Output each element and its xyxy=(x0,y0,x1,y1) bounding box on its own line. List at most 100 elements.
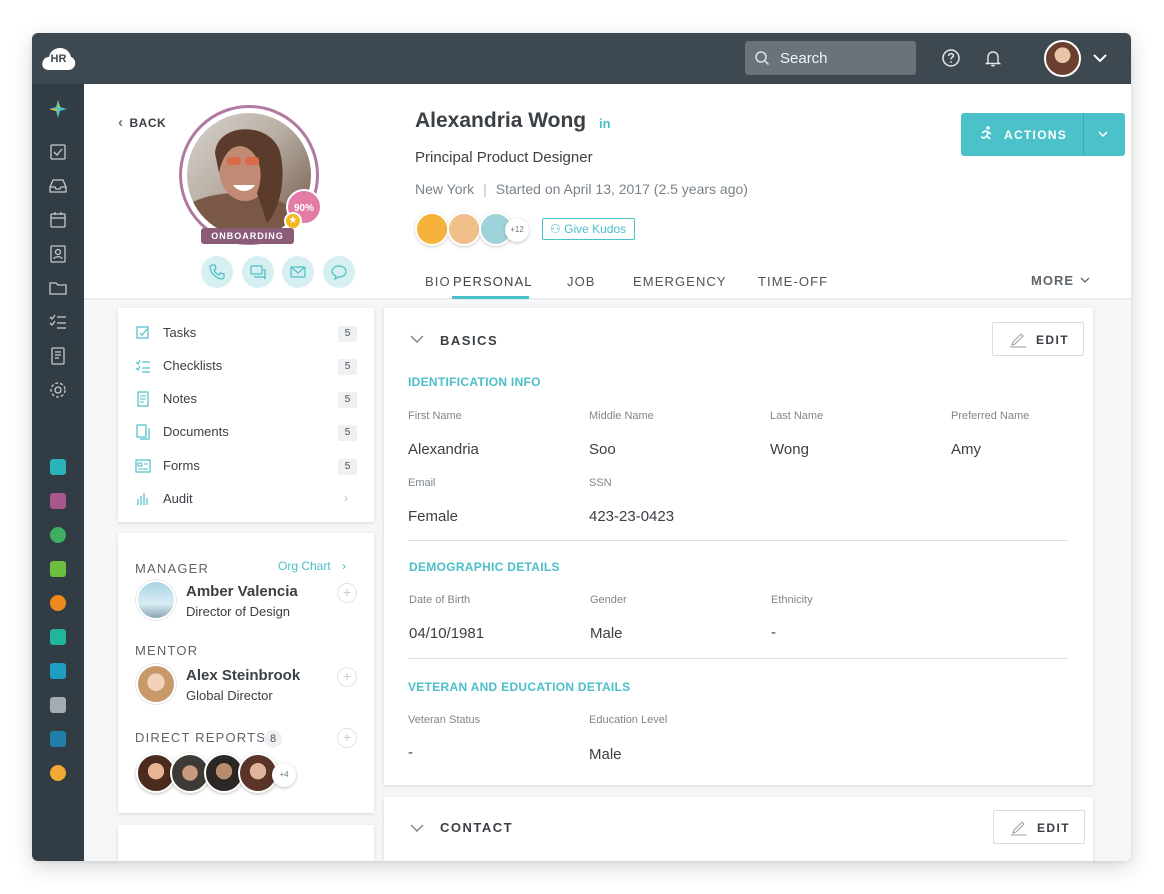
pencil-icon xyxy=(1011,821,1027,836)
folder-icon[interactable] xyxy=(48,278,68,298)
report-icon[interactable] xyxy=(48,346,68,366)
app-travel-icon[interactable] xyxy=(50,561,66,577)
app-award-icon[interactable] xyxy=(50,527,66,543)
app-presentation-icon[interactable] xyxy=(50,629,66,645)
chevron-down-icon[interactable] xyxy=(1097,128,1109,140)
preferred-name-label: Preferred Name xyxy=(951,410,1030,422)
ssn-label: SSN xyxy=(589,477,612,489)
side-menu-card: Tasks 5 Checklists 5 Notes 5 Documents 5… xyxy=(118,308,374,522)
first-name-value: Alexandria xyxy=(408,441,479,458)
profile-tabs: BIO PERSONAL JOB EMERGENCY TIME-OFF MORE xyxy=(84,268,1131,300)
app-search-doc-icon[interactable] xyxy=(50,663,66,679)
hr-logo[interactable]: HR xyxy=(41,46,76,72)
chevron-down-icon[interactable] xyxy=(1093,52,1107,64)
veteran-status-label: Veteran Status xyxy=(408,714,481,726)
app-badge-icon[interactable] xyxy=(50,493,66,509)
menu-item-tasks[interactable]: Tasks 5 xyxy=(118,317,374,350)
ethnicity-label: Ethnicity xyxy=(771,594,813,606)
checklist-icon xyxy=(135,359,150,373)
menu-count: 5 xyxy=(338,392,357,408)
chevron-down-icon[interactable] xyxy=(409,333,425,345)
kudos-more-count[interactable]: +12 xyxy=(505,218,529,242)
search-placeholder: Search xyxy=(780,50,828,67)
email-value: Female xyxy=(408,508,459,525)
add-manager-button[interactable]: + xyxy=(337,583,357,603)
more-tabs-button[interactable]: MORE xyxy=(1031,273,1091,288)
kudos-avatar[interactable] xyxy=(415,212,449,246)
app-health-icon[interactable] xyxy=(50,595,66,611)
actions-label: ACTIONS xyxy=(1004,128,1068,142)
mentor-name[interactable]: Alex Steinbrook xyxy=(186,667,300,684)
contact-title: CONTACT xyxy=(440,820,514,835)
people-directory-icon[interactable] xyxy=(48,244,68,264)
tasks-icon[interactable] xyxy=(48,142,68,162)
form-icon xyxy=(135,459,151,473)
back-link[interactable]: ‹ BACK xyxy=(118,114,166,131)
menu-count: 5 xyxy=(338,359,357,375)
mentor-avatar[interactable] xyxy=(136,664,176,704)
inbox-icon[interactable] xyxy=(48,176,68,196)
first-name-label: First Name xyxy=(408,410,462,422)
menu-item-documents[interactable]: Documents 5 xyxy=(118,416,374,449)
middle-name-label: Middle Name xyxy=(589,410,654,422)
identification-heading: IDENTIFICATION INFO xyxy=(408,375,541,389)
dob-label: Date of Birth xyxy=(409,594,471,606)
checklist-icon[interactable] xyxy=(48,312,68,332)
chevron-down-icon xyxy=(1080,277,1090,283)
people-card: MANAGER Org Chart › Amber Valencia Direc… xyxy=(118,533,374,813)
status-badge: ONBOARDING xyxy=(201,228,294,244)
edit-contact-button[interactable]: EDIT xyxy=(993,810,1085,844)
employee-location: New York xyxy=(415,181,475,197)
app-team-icon[interactable] xyxy=(50,459,66,475)
app-emoji-icon[interactable] xyxy=(50,765,66,781)
direct-reports-more[interactable]: +4 xyxy=(272,763,296,787)
employee-name: Alexandria Wong xyxy=(415,109,587,132)
actions-divider xyxy=(1083,113,1084,156)
left-rail xyxy=(32,84,84,861)
add-direct-report-button[interactable]: + xyxy=(337,728,357,748)
user-avatar[interactable] xyxy=(1044,40,1081,77)
chevron-right-icon: › xyxy=(344,491,348,505)
audit-icon xyxy=(137,493,148,505)
help-icon[interactable] xyxy=(941,48,961,68)
give-kudos-button[interactable]: ⚇ Give Kudos xyxy=(542,218,635,240)
tab-bio[interactable]: BIO xyxy=(425,274,451,289)
documents-icon xyxy=(136,424,150,440)
settings-gear-icon[interactable] xyxy=(48,380,68,400)
chevron-right-icon: › xyxy=(342,559,347,573)
menu-item-forms[interactable]: Forms 5 xyxy=(118,450,374,483)
bell-icon[interactable] xyxy=(983,48,1003,68)
pencil-icon xyxy=(1010,333,1026,348)
add-mentor-button[interactable]: + xyxy=(337,667,357,687)
last-name-value: Wong xyxy=(770,441,809,458)
tab-job[interactable]: JOB xyxy=(567,274,596,289)
search-input[interactable]: Search xyxy=(745,41,916,75)
tab-emergency[interactable]: EMERGENCY xyxy=(633,274,727,289)
calendar-icon[interactable] xyxy=(48,210,68,230)
kudos-avatar[interactable] xyxy=(447,212,481,246)
manager-label: MANAGER xyxy=(135,561,210,576)
kudos-ribbon-icon: ⚇ xyxy=(550,222,561,236)
tab-personal[interactable]: PERSONAL xyxy=(453,274,533,289)
direct-reports-label: DIRECT REPORTS xyxy=(135,730,267,745)
manager-name[interactable]: Amber Valencia xyxy=(186,583,298,600)
app-file-icon[interactable] xyxy=(50,697,66,713)
menu-item-checklists[interactable]: Checklists 5 xyxy=(118,350,374,383)
org-chart-link[interactable]: Org Chart › xyxy=(278,559,346,573)
menu-item-audit[interactable]: Audit › xyxy=(118,483,374,516)
app-grid-icon[interactable] xyxy=(50,731,66,747)
menu-item-notes[interactable]: Notes 5 xyxy=(118,383,374,416)
ethnicity-value: - xyxy=(771,624,776,641)
middle-name-value: Soo xyxy=(589,441,616,458)
actions-button[interactable]: ACTIONS xyxy=(961,113,1125,156)
linkedin-icon[interactable]: in xyxy=(599,116,611,131)
app-star-logo-icon[interactable] xyxy=(48,99,68,119)
edit-basics-button[interactable]: EDIT xyxy=(992,322,1084,356)
section-divider xyxy=(408,540,1068,541)
note-icon xyxy=(137,391,149,407)
manager-avatar[interactable] xyxy=(136,580,176,620)
tab-time-off[interactable]: TIME-OFF xyxy=(758,274,828,289)
last-name-label: Last Name xyxy=(770,410,824,422)
chevron-down-icon[interactable] xyxy=(409,822,425,834)
direct-reports-count: 8 xyxy=(264,730,282,748)
